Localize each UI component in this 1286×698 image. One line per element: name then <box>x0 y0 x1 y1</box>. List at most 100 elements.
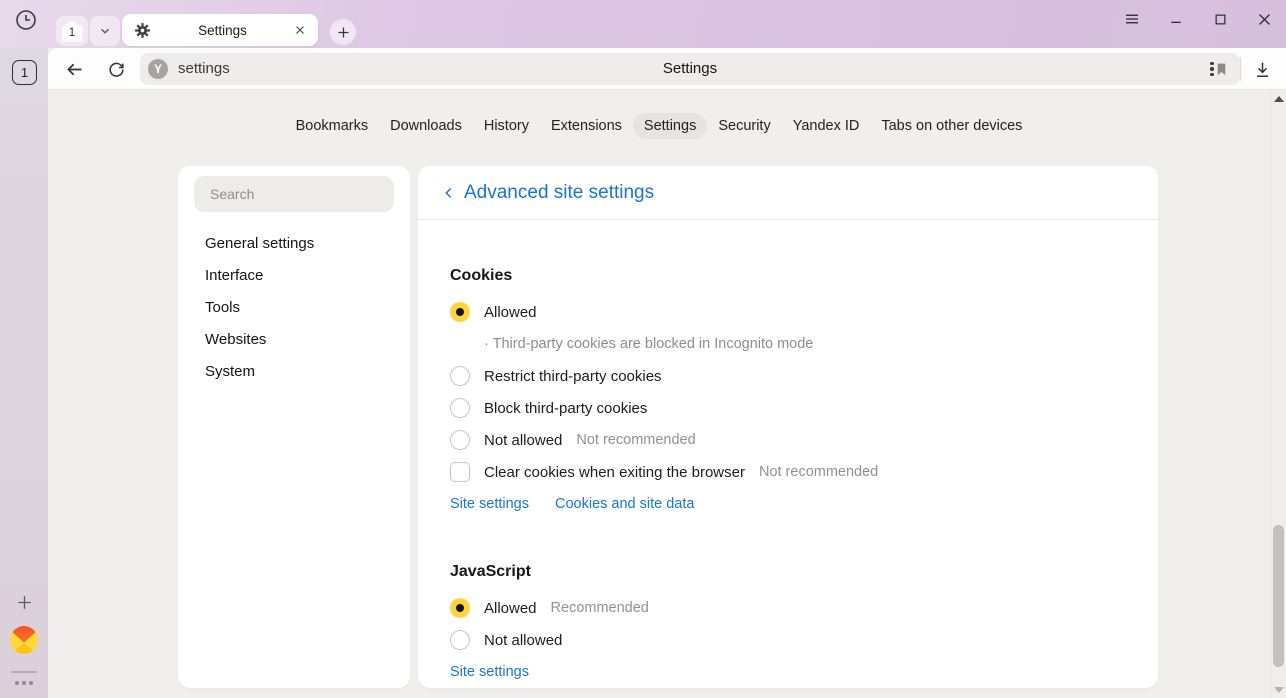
maximize-button[interactable] <box>1206 5 1234 33</box>
settings-content: Advanced site settings Cookies Allowed ·… <box>418 166 1158 688</box>
rail-add-button[interactable] <box>11 589 37 615</box>
reload-icon <box>107 60 126 79</box>
toolbar-more-button[interactable] <box>1204 57 1220 81</box>
radio-option-cookies-not-allowed[interactable]: Not allowed Not recommended <box>450 424 1126 456</box>
radio-option-js-allowed[interactable]: Allowed Recommended <box>450 592 1126 624</box>
scroll-up-arrow-icon[interactable] <box>1274 96 1284 102</box>
side-rail: 1 <box>0 48 48 698</box>
radio-unselected-icon[interactable] <box>450 430 470 450</box>
nav-tab-settings[interactable]: Settings <box>633 113 707 139</box>
radio-option-restrict-third-party[interactable]: Restrict third-party cookies <box>450 360 1126 392</box>
link-cookies-and-site-data[interactable]: Cookies and site data <box>555 496 694 512</box>
chevron-down-icon <box>98 24 112 38</box>
nav-tab-yandex-id[interactable]: Yandex ID <box>782 113 871 139</box>
radio-unselected-icon[interactable] <box>450 366 470 386</box>
content-header: Advanced site settings <box>418 166 1158 220</box>
link-site-settings[interactable]: Site settings <box>450 664 529 680</box>
toolbar-divider <box>1240 57 1241 81</box>
back-button[interactable] <box>62 57 86 81</box>
option-label: Allowed <box>484 600 537 617</box>
checkbox-icon[interactable] <box>450 462 470 482</box>
radio-option-block-third-party[interactable]: Block third-party cookies <box>450 392 1126 424</box>
tab-group-badge[interactable]: 1 <box>56 16 88 46</box>
option-label: Allowed <box>484 304 537 321</box>
radio-option-js-not-allowed[interactable]: Not allowed <box>450 624 1126 656</box>
new-tab-button[interactable] <box>330 19 356 45</box>
settings-nav-tabs: Bookmarks Downloads History Extensions S… <box>48 113 1270 139</box>
scroll-down-arrow-icon[interactable] <box>1274 687 1284 693</box>
tab-group-count: 1 <box>62 21 83 42</box>
tab-close-icon[interactable] <box>294 24 306 36</box>
yandex-browser-logo-icon[interactable] <box>10 626 38 654</box>
option-label: Block third-party cookies <box>484 400 647 417</box>
nav-tab-other-devices[interactable]: Tabs on other devices <box>870 113 1033 139</box>
not-recommended-badge: Not recommended <box>759 464 878 480</box>
nav-tab-bookmarks[interactable]: Bookmarks <box>285 113 380 139</box>
radio-option-cookies-allowed[interactable]: Allowed <box>450 296 1126 328</box>
search-box <box>194 176 394 212</box>
download-icon <box>1253 60 1272 79</box>
tab-settings[interactable]: Settings <box>122 14 318 46</box>
section-title-javascript: JavaScript <box>450 560 1126 584</box>
content-body: Cookies Allowed · Third-party cookies ar… <box>418 264 1158 688</box>
option-label: Not allowed <box>484 432 562 449</box>
close-icon <box>1256 11 1273 28</box>
tab-title: Settings <box>151 23 294 38</box>
sidebar-item-tools[interactable]: Tools <box>178 292 410 324</box>
rail-divider <box>11 671 37 673</box>
settings-page: Bookmarks Downloads History Extensions S… <box>48 90 1270 698</box>
page-scrollbar[interactable] <box>1270 90 1286 698</box>
javascript-links: Site settings <box>450 656 1126 688</box>
radio-unselected-icon[interactable] <box>450 630 470 650</box>
downloads-button[interactable] <box>1250 57 1274 81</box>
cookies-links: Site settings Cookies and site data <box>450 488 1126 520</box>
reload-button[interactable] <box>104 57 128 81</box>
option-label: Not allowed <box>484 632 562 649</box>
sidebar-list: General settings Interface Tools Website… <box>178 228 410 388</box>
nav-tab-extensions[interactable]: Extensions <box>540 113 633 139</box>
link-site-settings[interactable]: Site settings <box>450 496 529 512</box>
sidebar-item-websites[interactable]: Websites <box>178 324 410 356</box>
sidebar-item-interface[interactable]: Interface <box>178 260 410 292</box>
radio-unselected-icon[interactable] <box>450 398 470 418</box>
chevron-left-icon <box>441 185 457 201</box>
hamburger-icon <box>1123 10 1141 28</box>
tab-strip: 1 Settings <box>0 0 1286 48</box>
toolbar: Y settings Settings <box>48 48 1286 90</box>
browser-menu-button[interactable] <box>1118 5 1146 33</box>
page-title: Settings <box>140 53 1240 85</box>
address-bar[interactable]: Y settings Settings <box>140 53 1240 85</box>
back-arrow-icon <box>64 59 85 80</box>
plus-icon <box>15 593 34 612</box>
history-clock-icon[interactable] <box>13 7 39 33</box>
radio-selected-icon[interactable] <box>450 302 470 322</box>
content-title: Advanced site settings <box>464 182 654 204</box>
radio-selected-icon[interactable] <box>450 598 470 618</box>
recommended-badge: Recommended <box>551 600 649 616</box>
option-label: Restrict third-party cookies <box>484 368 662 385</box>
not-recommended-badge: Not recommended <box>576 432 695 448</box>
tab-group-expand-button[interactable] <box>90 16 120 46</box>
nav-tab-history[interactable]: History <box>473 113 540 139</box>
nav-tab-security[interactable]: Security <box>707 113 781 139</box>
scrollbar-thumb[interactable] <box>1273 525 1284 667</box>
search-input[interactable] <box>194 176 394 212</box>
plus-icon <box>336 25 351 40</box>
checkbox-clear-cookies-on-exit[interactable]: Clear cookies when exiting the browser N… <box>450 456 1126 488</box>
option-label: Clear cookies when exiting the browser <box>484 464 745 481</box>
window-controls <box>1118 5 1278 33</box>
sidebar-item-system[interactable]: System <box>178 356 410 388</box>
sidebar-item-general-settings[interactable]: General settings <box>178 228 410 260</box>
back-to-settings-button[interactable] <box>436 180 462 206</box>
maximize-icon <box>1213 12 1228 27</box>
option-note-incognito: · Third-party cookies are blocked in Inc… <box>450 328 1126 360</box>
nav-tab-downloads[interactable]: Downloads <box>379 113 473 139</box>
rail-more-button[interactable] <box>12 678 36 688</box>
minimize-icon <box>1168 11 1184 27</box>
close-button[interactable] <box>1250 5 1278 33</box>
tab-group-control[interactable]: 1 <box>56 16 120 46</box>
minimize-button[interactable] <box>1162 5 1190 33</box>
settings-sidebar: General settings Interface Tools Website… <box>178 166 410 688</box>
browser-window: 1 Settings <box>0 0 1286 698</box>
rail-tab-counter[interactable]: 1 <box>12 60 37 85</box>
